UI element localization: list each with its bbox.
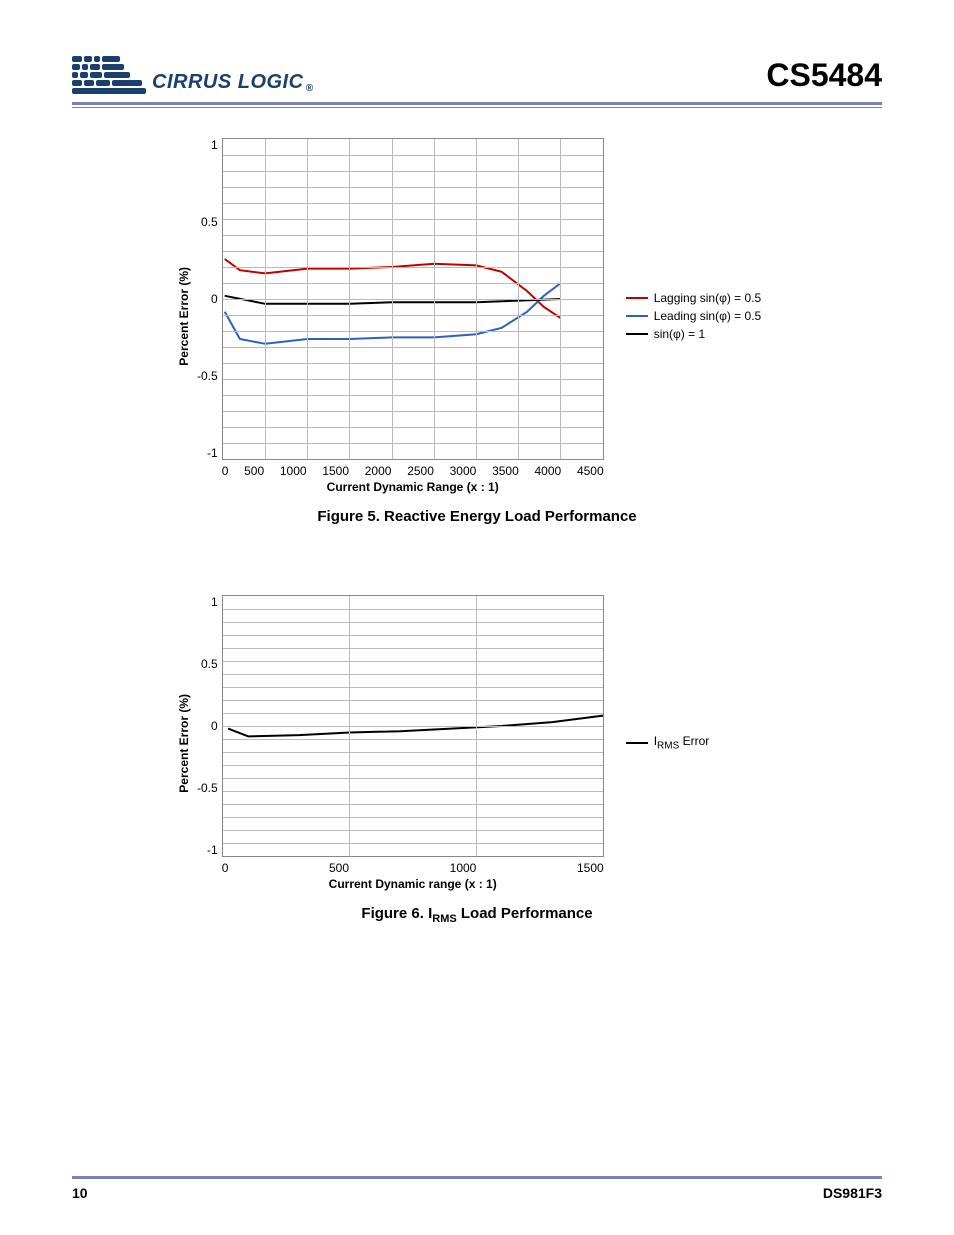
part-number: CS5484 — [766, 57, 882, 94]
legend-swatch-icon — [626, 315, 648, 317]
header-rule-thin — [72, 107, 882, 108]
company-logo: CIRRUS LOGIC® — [72, 56, 313, 94]
legend-item: Leading sin(φ) = 0.5 — [626, 309, 762, 323]
figure-5-caption: Figure 5. Reactive Energy Load Performan… — [72, 508, 882, 525]
chart-legend: IRMS Error — [626, 730, 710, 755]
y-axis-label: Percent Error (%) — [177, 694, 191, 793]
legend-swatch-icon — [626, 742, 648, 744]
logo-bars-icon — [72, 56, 146, 94]
page-header: CIRRUS LOGIC® CS5484 — [72, 56, 882, 94]
footer-rule — [72, 1176, 882, 1179]
legend-item: Lagging sin(φ) = 0.5 — [626, 291, 762, 305]
x-axis-label: Current Dynamic range (x : 1) — [222, 877, 604, 891]
header-rule-thick — [72, 102, 882, 105]
chart-legend: Lagging sin(φ) = 0.5 Leading sin(φ) = 0.… — [626, 287, 762, 345]
plot-area — [222, 595, 604, 857]
y-axis-label: Percent Error (%) — [177, 267, 191, 366]
y-axis-ticks: 1 0.5 0 -0.5 -1 — [197, 595, 222, 857]
x-axis-ticks: 0 500 1000 1500 — [222, 861, 604, 875]
x-axis-ticks: 0 500 1000 1500 2000 2500 3000 3500 4000… — [222, 464, 604, 478]
chart-reactive-energy: Percent Error (%) 1 0.5 0 -0.5 -1 0 500 … — [177, 138, 777, 494]
page-number: 10 — [72, 1185, 88, 1201]
y-axis-ticks: 1 0.5 0 -0.5 -1 — [197, 138, 222, 460]
registered-icon: ® — [306, 83, 314, 94]
page-footer: 10 DS981F3 — [72, 1176, 882, 1201]
legend-item: sin(φ) = 1 — [626, 327, 762, 341]
x-axis-label: Current Dynamic Range (x : 1) — [222, 480, 604, 494]
figure-6-caption: Figure 6. IRMS Load Performance — [72, 905, 882, 925]
legend-swatch-icon — [626, 297, 648, 299]
chart-irms: Percent Error (%) 1 0.5 0 -0.5 -1 0 500 … — [177, 595, 777, 891]
legend-item: IRMS Error — [626, 734, 710, 751]
page: CIRRUS LOGIC® CS5484 Percent Error (%) 1… — [0, 0, 954, 1235]
logo-text: CIRRUS LOGIC — [152, 71, 304, 94]
document-id: DS981F3 — [823, 1185, 882, 1201]
plot-area — [222, 138, 604, 460]
legend-swatch-icon — [626, 333, 648, 335]
